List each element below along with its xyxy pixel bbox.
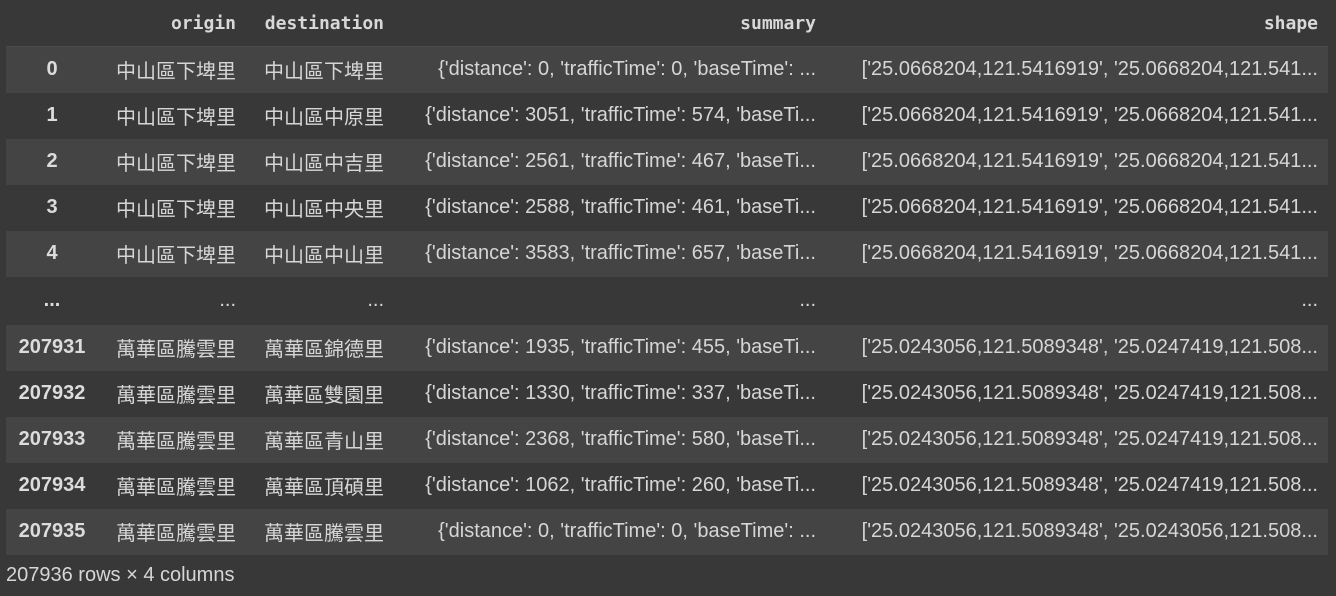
cell-shape: ['25.0243056,121.5089348', '25.0247419,1…: [861, 474, 1318, 496]
ellipsis-row: ... ... ... ... ...: [6, 276, 1328, 325]
cell-destination: 萬華區雙園里: [264, 385, 384, 407]
table-row: 2 中山區下埤里 中山區中吉里 {'distance': 2561, 'traf…: [6, 138, 1328, 185]
cell-shape: ['25.0243056,121.5089348', '25.0247419,1…: [861, 382, 1318, 404]
cell-summary: {'distance': 2561, 'trafficTime': 467, '…: [425, 150, 816, 172]
cell-destination: 萬華區青山里: [264, 431, 384, 453]
cell-origin: 中山區下埤里: [116, 61, 236, 84]
cell-destination: 萬華區頂碩里: [264, 477, 384, 499]
table-row: 1 中山區下埤里 中山區中原里 {'distance': 3051, 'traf…: [6, 92, 1328, 139]
cell-origin: 萬華區騰雲里: [116, 385, 236, 407]
table-row: 3 中山區下埤里 中山區中央里 {'distance': 2588, 'traf…: [6, 184, 1328, 231]
cell-origin: 萬華區騰雲里: [116, 477, 236, 499]
table-row: 0 中山區下埤里 中山區下埤里 {'distance': 0, 'traffic…: [6, 46, 1328, 93]
cell-destination: ...: [367, 289, 384, 311]
cell-shape: ['25.0243056,121.5089348', '25.0247419,1…: [861, 428, 1318, 450]
cell-origin: 中山區下埤里: [116, 107, 236, 129]
header-summary: summary: [394, 0, 826, 47]
cell-destination: 中山區中吉里: [264, 153, 384, 175]
row-index: 207933: [18, 428, 86, 450]
cell-shape: ['25.0668204,121.5416919', '25.0668204,1…: [861, 196, 1318, 218]
cell-summary: {'distance': 1330, 'trafficTime': 337, '…: [425, 382, 816, 404]
cell-shape: ['25.0243056,121.5089348', '25.0243056,1…: [861, 520, 1318, 542]
row-index: 1: [46, 104, 58, 126]
cell-shape: ['25.0668204,121.5416919', '25.0668204,1…: [861, 150, 1318, 172]
cell-shape: ['25.0668204,121.5416919', '25.0668204,1…: [861, 242, 1318, 264]
cell-origin: 萬華區騰雲里: [116, 339, 236, 361]
cell-destination: 中山區中山里: [264, 245, 384, 267]
cell-origin: 萬華區騰雲里: [116, 431, 236, 453]
cell-origin: 中山區下埤里: [116, 199, 236, 221]
row-index: 207932: [18, 382, 86, 404]
row-index: 207935: [18, 520, 86, 542]
cell-destination: 萬華區騰雲里: [264, 523, 384, 545]
cell-summary: {'distance': 2368, 'trafficTime': 580, '…: [425, 428, 816, 450]
cell-origin: 中山區下埤里: [116, 153, 236, 175]
cell-summary: {'distance': 0, 'trafficTime': 0, 'baseT…: [438, 520, 816, 542]
table-row: 207931 萬華區騰雲里 萬華區錦德里 {'distance': 1935, …: [6, 324, 1328, 371]
table-row: 4 中山區下埤里 中山區中山里 {'distance': 3583, 'traf…: [6, 230, 1328, 277]
cell-origin: ...: [219, 289, 236, 311]
cell-summary: {'distance': 1062, 'trafficTime': 260, '…: [425, 474, 816, 496]
row-index: 4: [46, 242, 58, 264]
table-row: 207933 萬華區騰雲里 萬華區青山里 {'distance': 2368, …: [6, 416, 1328, 463]
row-index: 0: [46, 58, 58, 81]
row-index: 207931: [18, 336, 86, 358]
row-index: ...: [43, 289, 61, 311]
cell-destination: 中山區下埤里: [264, 61, 384, 84]
header-destination: destination: [246, 0, 394, 47]
cell-origin: 萬華區騰雲里: [116, 523, 236, 545]
row-index: 2: [46, 150, 58, 172]
header-row: origin destination summary shape: [6, 0, 1328, 47]
cell-summary: ...: [799, 289, 816, 311]
cell-summary: {'distance': 0, 'trafficTime': 0, 'baseT…: [438, 58, 816, 81]
cell-shape: ['25.0243056,121.5089348', '25.0247419,1…: [861, 336, 1318, 358]
row-index: 207934: [18, 474, 86, 496]
cell-summary: {'distance': 3583, 'trafficTime': 657, '…: [425, 242, 816, 264]
row-index: 3: [46, 196, 58, 218]
dataframe-table: origin destination summary shape 0 中山區下埤…: [6, 0, 1328, 555]
header-origin: origin: [98, 0, 246, 47]
cell-shape: ['25.0668204,121.5416919', '25.0668204,1…: [861, 104, 1318, 126]
cell-summary: {'distance': 1935, 'trafficTime': 455, '…: [425, 336, 816, 358]
cell-destination: 萬華區錦德里: [264, 339, 384, 361]
header-shape: shape: [826, 0, 1328, 47]
cell-destination: 中山區中央里: [264, 199, 384, 221]
cell-origin: 中山區下埤里: [116, 245, 236, 267]
dataframe-output: origin destination summary shape 0 中山區下埤…: [0, 0, 1336, 596]
cell-shape: ...: [1301, 289, 1318, 311]
dataframe-shape-text: 207936 rows × 4 columns: [6, 564, 235, 586]
cell-summary: {'distance': 2588, 'trafficTime': 461, '…: [425, 196, 816, 218]
table-row: 207934 萬華區騰雲里 萬華區頂碩里 {'distance': 1062, …: [6, 462, 1328, 509]
table-row: 207935 萬華區騰雲里 萬華區騰雲里 {'distance': 0, 'tr…: [6, 508, 1328, 555]
table-row: 207932 萬華區騰雲里 萬華區雙園里 {'distance': 1330, …: [6, 370, 1328, 417]
cell-destination: 中山區中原里: [264, 107, 384, 129]
cell-summary: {'distance': 3051, 'trafficTime': 574, '…: [425, 104, 816, 126]
header-index: [6, 0, 98, 47]
cell-shape: ['25.0668204,121.5416919', '25.0668204,1…: [861, 58, 1318, 81]
